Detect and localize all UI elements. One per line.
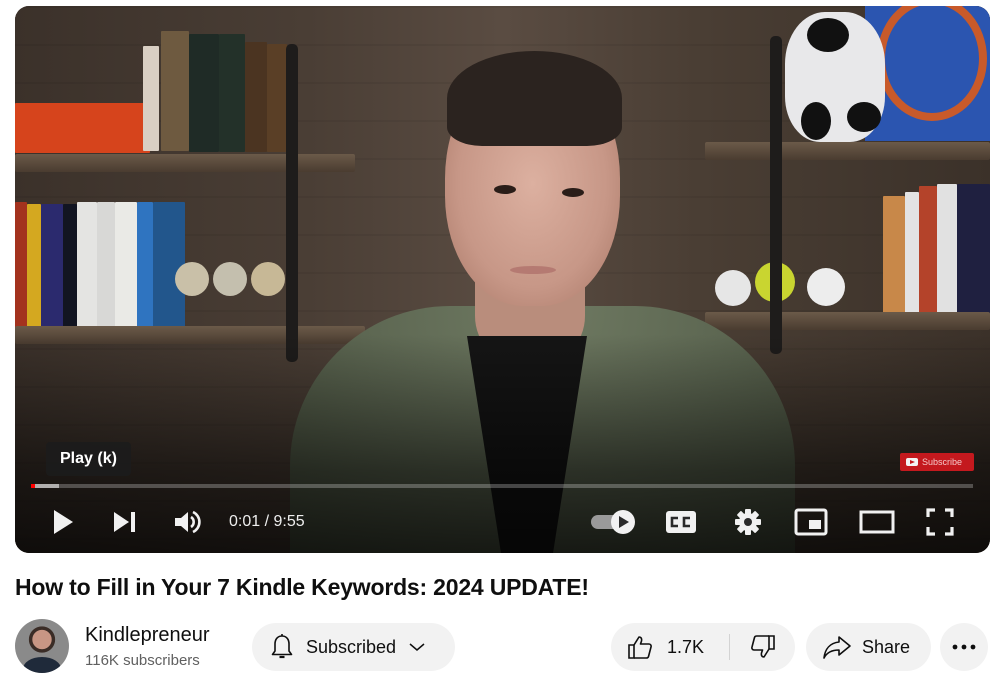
more-actions-icon	[952, 644, 976, 650]
player-controls: 0:01 / 9:55	[15, 498, 990, 546]
volume-icon	[175, 510, 201, 534]
youtube-logo-icon	[906, 458, 918, 466]
autoplay-toggle-icon	[591, 510, 635, 534]
duration: 9:55	[273, 513, 305, 530]
progress-bar[interactable]	[31, 484, 973, 488]
progress-loaded	[31, 484, 60, 488]
video-frame[interactable]	[15, 6, 990, 553]
video-player[interactable]: Play (k) Subscribe 0:01 / 9:55	[15, 6, 990, 553]
play-tooltip: Play (k)	[46, 442, 131, 476]
miniplayer-button[interactable]	[791, 498, 831, 546]
captions-icon	[666, 511, 696, 533]
channel-avatar[interactable]	[15, 619, 69, 673]
time-display: 0:01 / 9:55	[229, 498, 305, 546]
bell-icon	[271, 634, 293, 659]
subscribe-watermark[interactable]: Subscribe	[900, 453, 974, 471]
share-label: Share	[862, 636, 911, 657]
like-button[interactable]: 1.7K	[611, 623, 729, 671]
video-title: How to Fill in Your 7 Kindle Keywords: 2…	[15, 574, 589, 600]
play-button[interactable]	[43, 498, 83, 546]
thumbs-up-icon	[628, 636, 652, 659]
play-icon	[54, 510, 73, 534]
autoplay-toggle[interactable]	[585, 498, 641, 546]
channel-name[interactable]: Kindlepreneur	[85, 624, 210, 647]
subscribe-watermark-label: Subscribe	[922, 457, 963, 467]
next-button[interactable]	[105, 498, 145, 546]
time-separator: /	[260, 513, 274, 530]
theater-mode-button[interactable]	[855, 498, 899, 546]
like-dislike-group: 1.7K	[611, 623, 795, 671]
current-time: 0:01	[229, 513, 261, 530]
share-icon	[823, 636, 851, 659]
chevron-down-icon	[409, 643, 425, 651]
fullscreen-icon	[926, 508, 954, 536]
dislike-button[interactable]	[730, 623, 795, 671]
settings-button[interactable]	[728, 498, 768, 546]
subscriber-count: 116K subscribers	[85, 652, 200, 669]
captions-button[interactable]	[661, 498, 701, 546]
miniplayer-icon	[794, 508, 828, 536]
volume-button[interactable]	[167, 498, 209, 546]
gear-icon	[735, 509, 761, 535]
controls-gradient	[15, 6, 990, 553]
progress-played	[31, 484, 35, 488]
subscribed-label: Subscribed	[306, 636, 397, 657]
fullscreen-button[interactable]	[920, 498, 960, 546]
theater-mode-icon	[859, 510, 895, 534]
next-icon	[114, 512, 135, 532]
thumbs-down-icon	[750, 635, 775, 658]
more-actions-button[interactable]	[940, 623, 988, 671]
share-button[interactable]: Share	[806, 623, 931, 671]
subscribed-button[interactable]: Subscribed	[252, 623, 455, 671]
like-count: 1.7K	[667, 636, 705, 657]
